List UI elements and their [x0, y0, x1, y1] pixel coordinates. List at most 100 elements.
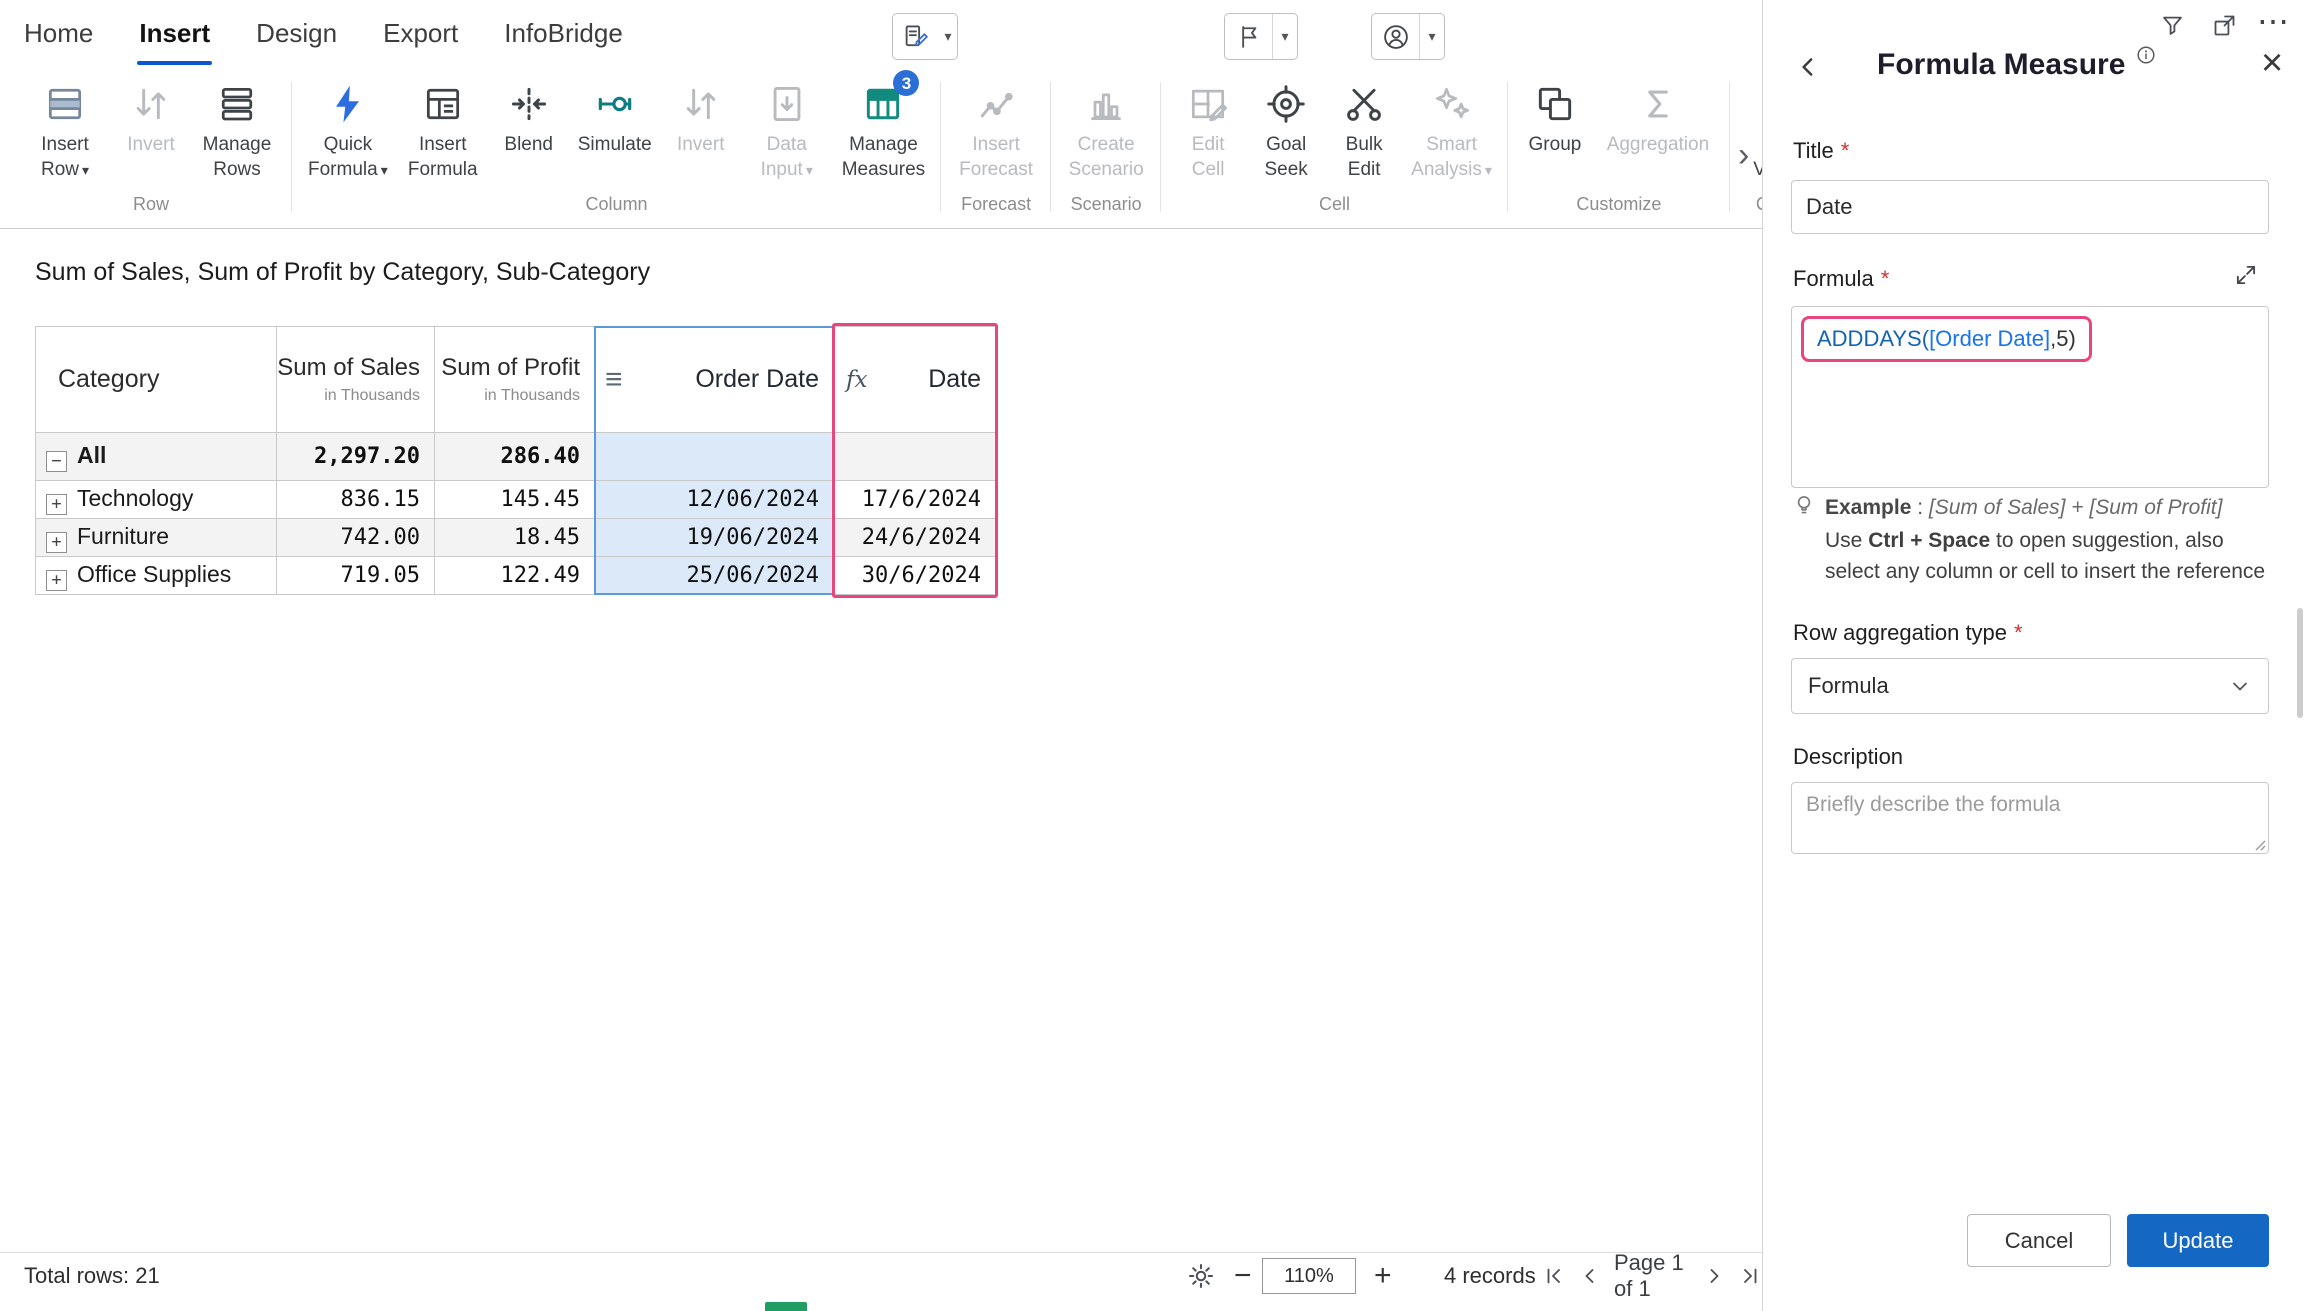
total-rows-label: Total rows: 21 — [24, 1263, 160, 1289]
back-chevron-icon[interactable] — [1793, 52, 1823, 82]
required-asterisk: * — [1841, 138, 1850, 163]
column-header-date[interactable]: fx Date — [834, 327, 996, 433]
first-page-button[interactable] — [1542, 1264, 1566, 1288]
last-page-button[interactable] — [1738, 1264, 1762, 1288]
aggregation-field-label: Row aggregation type* — [1793, 620, 2023, 646]
expand-row-icon[interactable]: + — [46, 494, 67, 515]
chevron-down-icon[interactable]: ▾ — [1272, 14, 1297, 59]
info-icon[interactable] — [2135, 44, 2157, 66]
category-cell[interactable]: +Technology — [36, 481, 277, 519]
sales-cell[interactable]: 742.00 — [277, 519, 435, 557]
quick-formula-button[interactable]: QuickFormula▾ — [300, 66, 396, 194]
order-date-cell[interactable] — [595, 433, 834, 481]
manage-rows-button[interactable]: ManageRows — [190, 66, 284, 194]
sales-cell[interactable]: 836.15 — [277, 481, 435, 519]
edit-cell-button[interactable]: EditCell — [1169, 66, 1247, 194]
description-textarea[interactable] — [1791, 782, 2269, 854]
set-version-button[interactable]: SetVersion — [1738, 66, 1762, 194]
title-field-label: Title* — [1793, 138, 1849, 164]
profit-cell[interactable]: 286.40 — [435, 433, 595, 481]
category-cell[interactable]: +Office Supplies — [36, 557, 277, 595]
account-icon — [1372, 14, 1419, 59]
edit-mode-button[interactable]: ▾ — [892, 13, 958, 60]
date-cell[interactable] — [834, 433, 996, 481]
column-header-sum-of-sales[interactable]: Sum of Sales in Thousands — [277, 327, 435, 433]
manage-measures-button[interactable]: 3 ManageMeasures — [834, 66, 933, 194]
title-input[interactable] — [1791, 180, 2269, 234]
expand-row-icon[interactable]: + — [46, 570, 67, 591]
simulate-button[interactable]: Simulate — [568, 66, 662, 194]
tab-export[interactable]: Export — [383, 0, 458, 66]
sales-cell[interactable]: 2,297.20 — [277, 433, 435, 481]
ribbon-group-label-scenario: Scenario — [1059, 194, 1153, 228]
column-header-sum-of-profit[interactable]: Sum of Profit in Thousands — [435, 327, 595, 433]
zoom-out-button[interactable]: − — [1234, 1259, 1252, 1293]
profit-cell[interactable]: 145.45 — [435, 481, 595, 519]
flag-icon — [1225, 14, 1272, 59]
expand-formula-icon[interactable] — [2233, 262, 2259, 288]
create-scenario-button[interactable]: CreateScenario — [1059, 66, 1153, 194]
category-cell[interactable]: −All — [36, 433, 277, 481]
sheet-tab-fragment[interactable] — [765, 1302, 807, 1311]
tab-design[interactable]: Design — [256, 0, 337, 66]
panel-collapse-chevron-icon[interactable]: › — [1738, 138, 1749, 172]
date-cell[interactable]: 30/6/2024 — [834, 557, 996, 595]
aggregation-button[interactable]: Aggregation — [1594, 66, 1722, 194]
formula-editor[interactable]: ADDDAYS([Order Date],5) — [1791, 306, 2269, 488]
date-cell[interactable]: 17/6/2024 — [834, 481, 996, 519]
sales-cell[interactable]: 719.05 — [277, 557, 435, 595]
next-page-button[interactable] — [1702, 1264, 1726, 1288]
expand-row-icon[interactable]: + — [46, 532, 67, 553]
ribbon-group-cell: EditCell GoalSeek BulkEdit — [1161, 66, 1508, 228]
order-date-cell[interactable]: 19/06/2024 — [595, 519, 834, 557]
column-header-category[interactable]: Category — [36, 327, 277, 433]
add-comment-button[interactable]: ▾ — [1224, 13, 1298, 60]
profit-cell[interactable]: 18.45 — [435, 519, 595, 557]
update-button[interactable]: Update — [2127, 1214, 2269, 1267]
close-icon[interactable]: × — [2261, 44, 2283, 82]
tab-insert[interactable]: Insert — [139, 0, 210, 66]
insert-formula-icon — [421, 76, 465, 132]
zoom-level[interactable]: 110% — [1262, 1258, 1356, 1294]
table-row: +Technology 836.15 145.45 12/06/2024 17/… — [36, 481, 996, 519]
account-button[interactable]: ▾ — [1371, 13, 1445, 60]
group-button[interactable]: Group — [1516, 66, 1594, 194]
order-date-cell[interactable]: 25/06/2024 — [595, 557, 834, 595]
group-icon — [1533, 76, 1577, 132]
panel-scrollbar[interactable] — [2297, 608, 2303, 718]
invert-rows-button[interactable]: Invert — [112, 66, 190, 194]
tab-home[interactable]: Home — [24, 0, 93, 66]
tab-infobridge[interactable]: InfoBridge — [504, 0, 623, 66]
invert-icon — [679, 76, 723, 132]
category-cell[interactable]: +Furniture — [36, 519, 277, 557]
zoom-in-button[interactable]: + — [1374, 1259, 1392, 1293]
popout-icon[interactable] — [2211, 12, 2238, 39]
data-input-button[interactable]: DataInput▾ — [740, 66, 834, 194]
order-date-cell[interactable]: 12/06/2024 — [595, 481, 834, 519]
chevron-down-icon[interactable]: ▾ — [1419, 14, 1444, 59]
aggregation-select[interactable]: Formula — [1791, 658, 2269, 714]
more-options-icon[interactable]: ⋯ — [2257, 2, 2291, 40]
insert-formula-button[interactable]: InsertFormula — [396, 66, 490, 194]
insert-row-button[interactable]: InsertRow▾ — [18, 66, 112, 194]
smart-analysis-button[interactable]: SmartAnalysis▾ — [1403, 66, 1500, 194]
settings-gear-icon[interactable] — [1186, 1261, 1216, 1291]
blend-button[interactable]: Blend — [490, 66, 568, 194]
table-row: +Furniture 742.00 18.45 19/06/2024 24/6/… — [36, 519, 996, 557]
hamburger-icon: ≡ — [605, 363, 623, 397]
invert-columns-button[interactable]: Invert — [662, 66, 740, 194]
ribbon-group-customize: Group Aggregation Customize — [1508, 66, 1730, 228]
cancel-button[interactable]: Cancel — [1967, 1214, 2111, 1267]
bulk-edit-button[interactable]: BulkEdit — [1325, 66, 1403, 194]
date-cell[interactable]: 24/6/2024 — [834, 519, 996, 557]
filter-icon[interactable] — [2159, 12, 2186, 39]
profit-cell[interactable]: 122.49 — [435, 557, 595, 595]
chevron-down-icon: ▾ — [1485, 162, 1492, 178]
header-row: Category Sum of Sales in Thousands Sum o… — [36, 327, 996, 433]
chevron-down-icon: ▾ — [806, 162, 813, 178]
previous-page-button[interactable] — [1578, 1264, 1602, 1288]
insert-forecast-button[interactable]: InsertForecast — [949, 66, 1043, 194]
column-header-order-date[interactable]: ≡ Order Date — [595, 327, 834, 433]
goal-seek-button[interactable]: GoalSeek — [1247, 66, 1325, 194]
collapse-row-icon[interactable]: − — [46, 451, 67, 472]
